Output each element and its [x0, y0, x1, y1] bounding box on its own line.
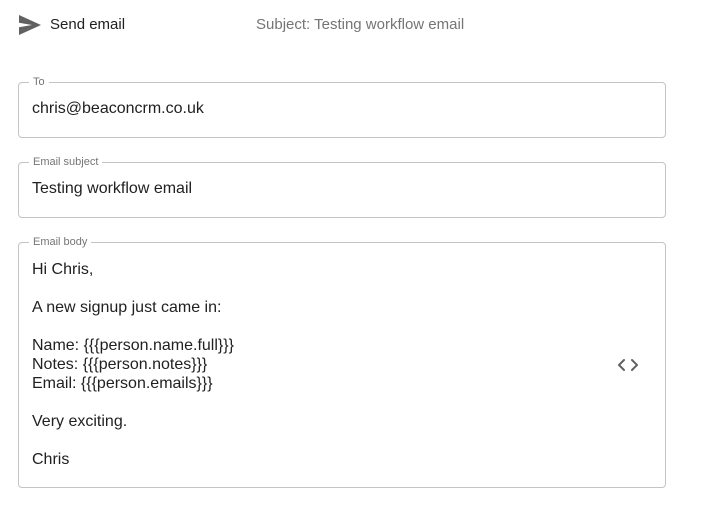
email-subject-label: Email subject — [29, 155, 103, 169]
send-email-panel: Send email Subject: Testing workflow ema… — [0, 0, 708, 508]
code-icon[interactable] — [616, 357, 640, 373]
email-subject-value[interactable]: Testing workflow email — [32, 180, 192, 198]
email-body-line: Hi Chris, — [32, 261, 94, 278]
email-body-line: Very exciting. — [32, 413, 128, 430]
email-body-line: Notes: {{{person.notes}}} — [32, 356, 208, 373]
header-title: Send email — [50, 16, 126, 33]
email-body-line: Chris — [32, 451, 70, 468]
email-body-field[interactable]: Email body Hi Chris, A new signup just c… — [18, 235, 666, 488]
header-subject: Subject: Testing workflow email — [256, 16, 465, 33]
to-value[interactable]: chris@beaconcrm.co.uk — [32, 100, 204, 118]
email-body-line — [32, 431, 234, 450]
to-label: To — [29, 75, 49, 89]
email-body-line: A new signup just came in: — [32, 299, 222, 316]
email-body-label: Email body — [29, 235, 92, 249]
header: Send email Subject: Testing workflow ema… — [18, 13, 698, 37]
email-body-line — [32, 393, 234, 412]
email-body-line — [32, 317, 234, 336]
email-body-text[interactable]: Hi Chris, A new signup just came in: Nam… — [32, 260, 234, 469]
email-body-line: Email: {{{person.emails}}} — [32, 375, 213, 392]
send-icon — [18, 14, 42, 36]
email-subject-field[interactable]: Email subject Testing workflow email — [18, 155, 666, 218]
email-body-line: Name: {{{person.name.full}}} — [32, 337, 234, 354]
to-field[interactable]: To chris@beaconcrm.co.uk — [18, 75, 666, 138]
email-body-line — [32, 279, 234, 298]
